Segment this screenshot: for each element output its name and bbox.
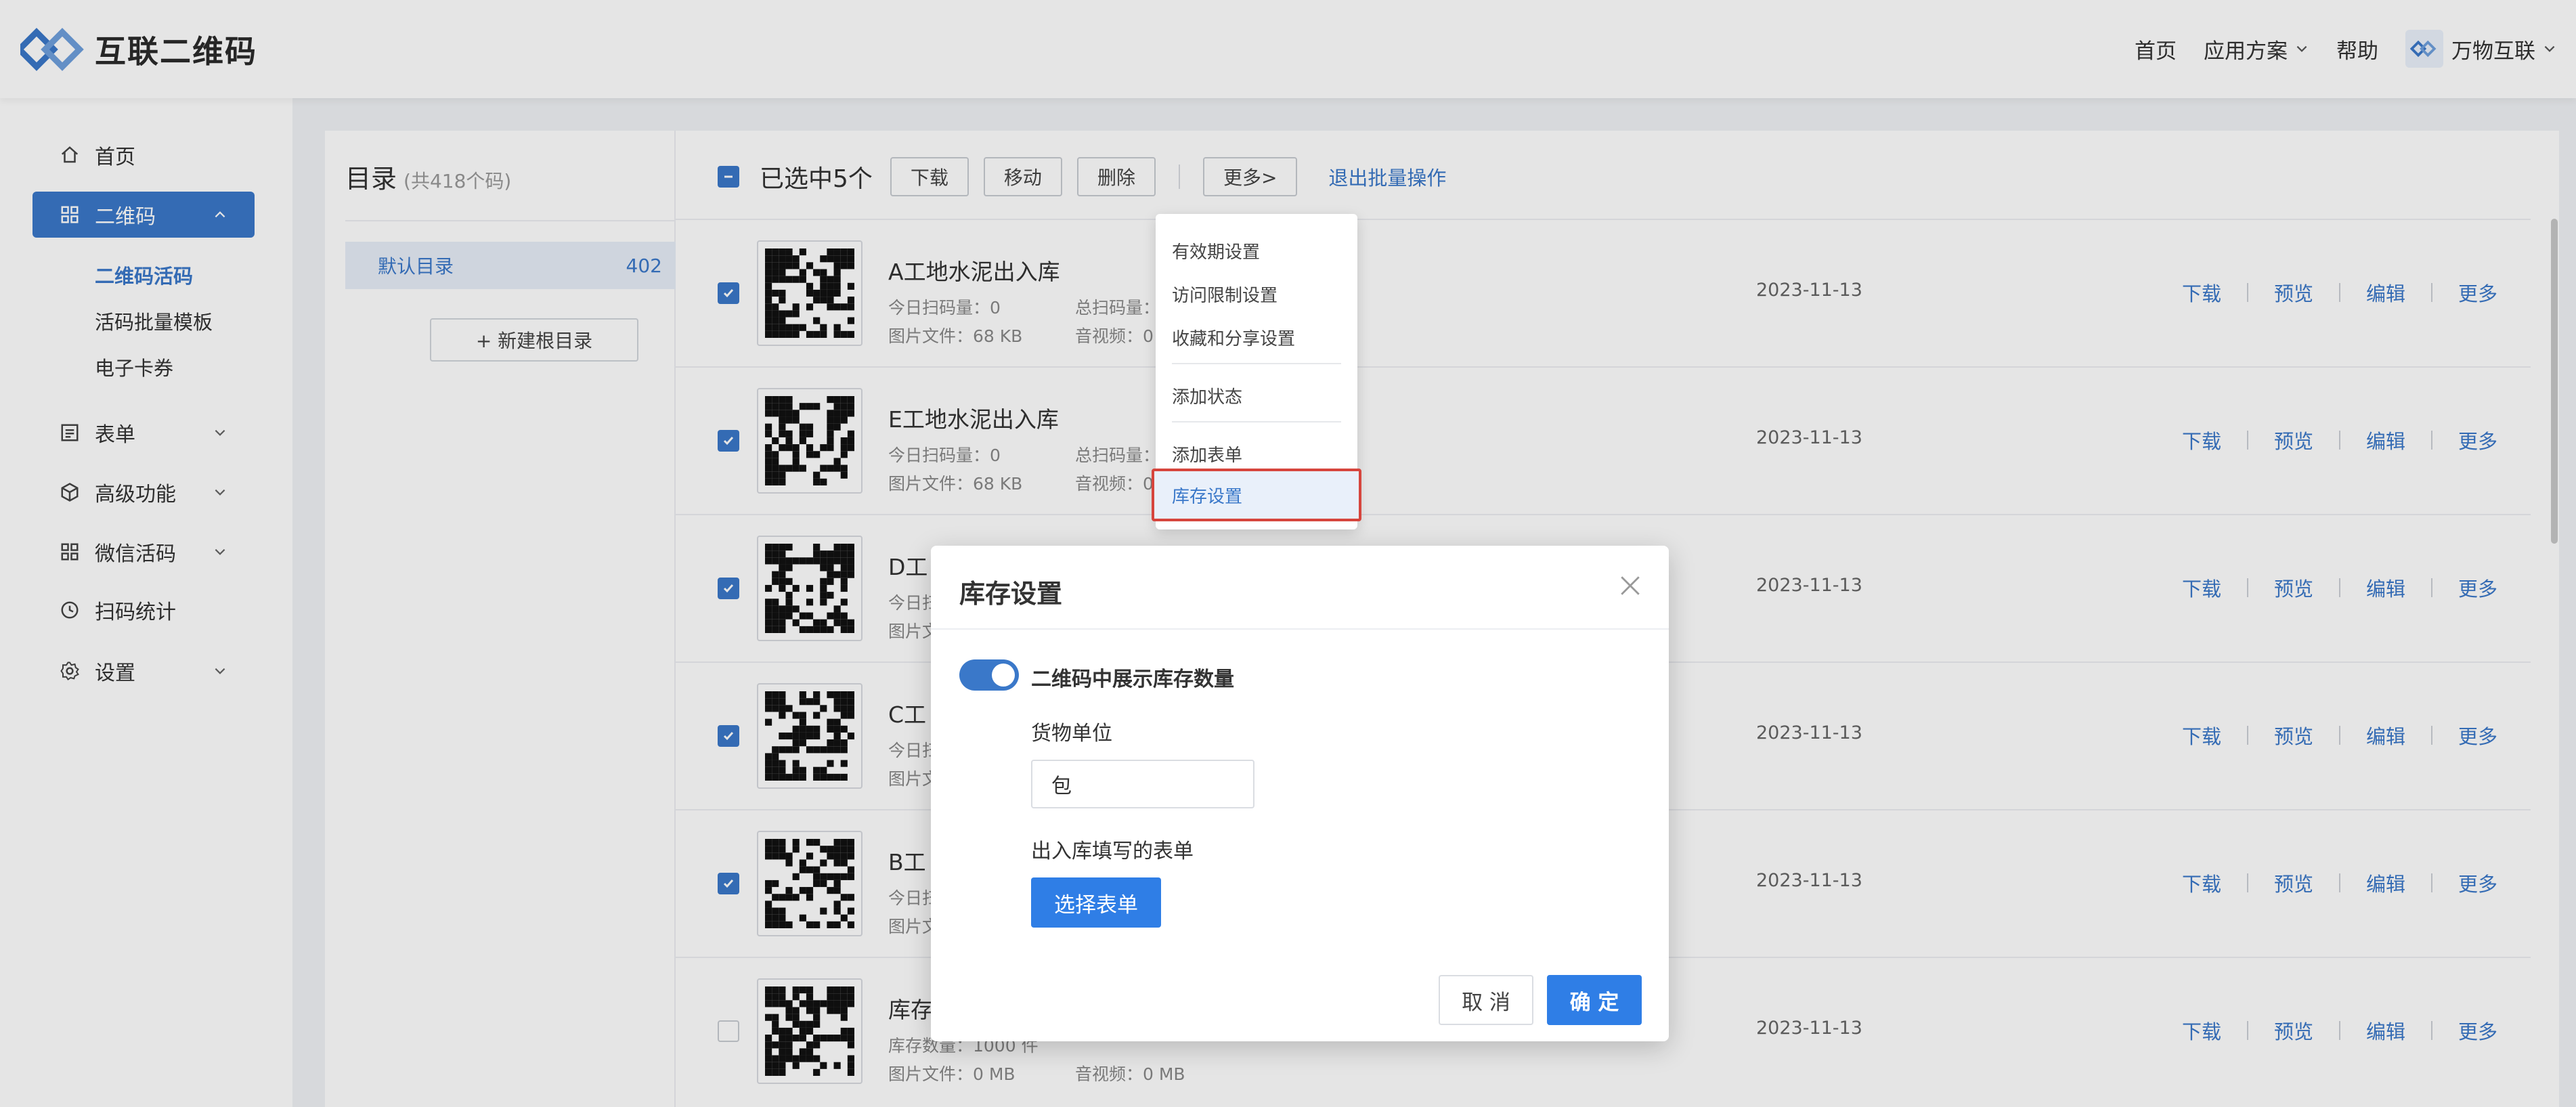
more-dropdown-menu: 有效期设置 访问限制设置 收藏和分享设置 添加状态 添加表单 库存设置 [1152,214,1361,529]
unit-input[interactable]: 包 [1031,760,1254,808]
divider [1172,421,1341,422]
toggle-knob [992,664,1015,687]
dialog-title: 库存设置 [959,579,1063,609]
menu-item-inventory-settings[interactable]: 库存设置 [1152,469,1361,521]
unit-input-value: 包 [1051,775,1072,798]
toggle-label: 二维码中展示库存数量 [1031,668,1234,691]
select-form-button[interactable]: 选择表单 [1031,877,1161,928]
menu-item-add-form[interactable]: 添加表单 [1172,441,1242,466]
confirm-button[interactable]: 确 定 [1547,975,1642,1025]
menu-item-access-limit[interactable]: 访问限制设置 [1172,282,1278,307]
divider [1172,363,1341,364]
close-icon[interactable] [1619,574,1642,597]
inventory-settings-dialog: 库存设置 二维码中展示库存数量 货物单位 包 出入库填写的表单 选择表单 取 消… [931,546,1669,1041]
form-label: 出入库填写的表单 [1031,840,1194,863]
cancel-button[interactable]: 取 消 [1439,975,1533,1025]
divider [931,628,1669,630]
menu-item-validity[interactable]: 有效期设置 [1172,238,1260,263]
menu-item-add-status[interactable]: 添加状态 [1172,383,1242,408]
menu-item-favorite-share[interactable]: 收藏和分享设置 [1172,325,1295,350]
unit-label: 货物单位 [1031,722,1112,745]
show-inventory-toggle[interactable] [959,659,1019,691]
menu-item-label: 库存设置 [1172,486,1243,507]
